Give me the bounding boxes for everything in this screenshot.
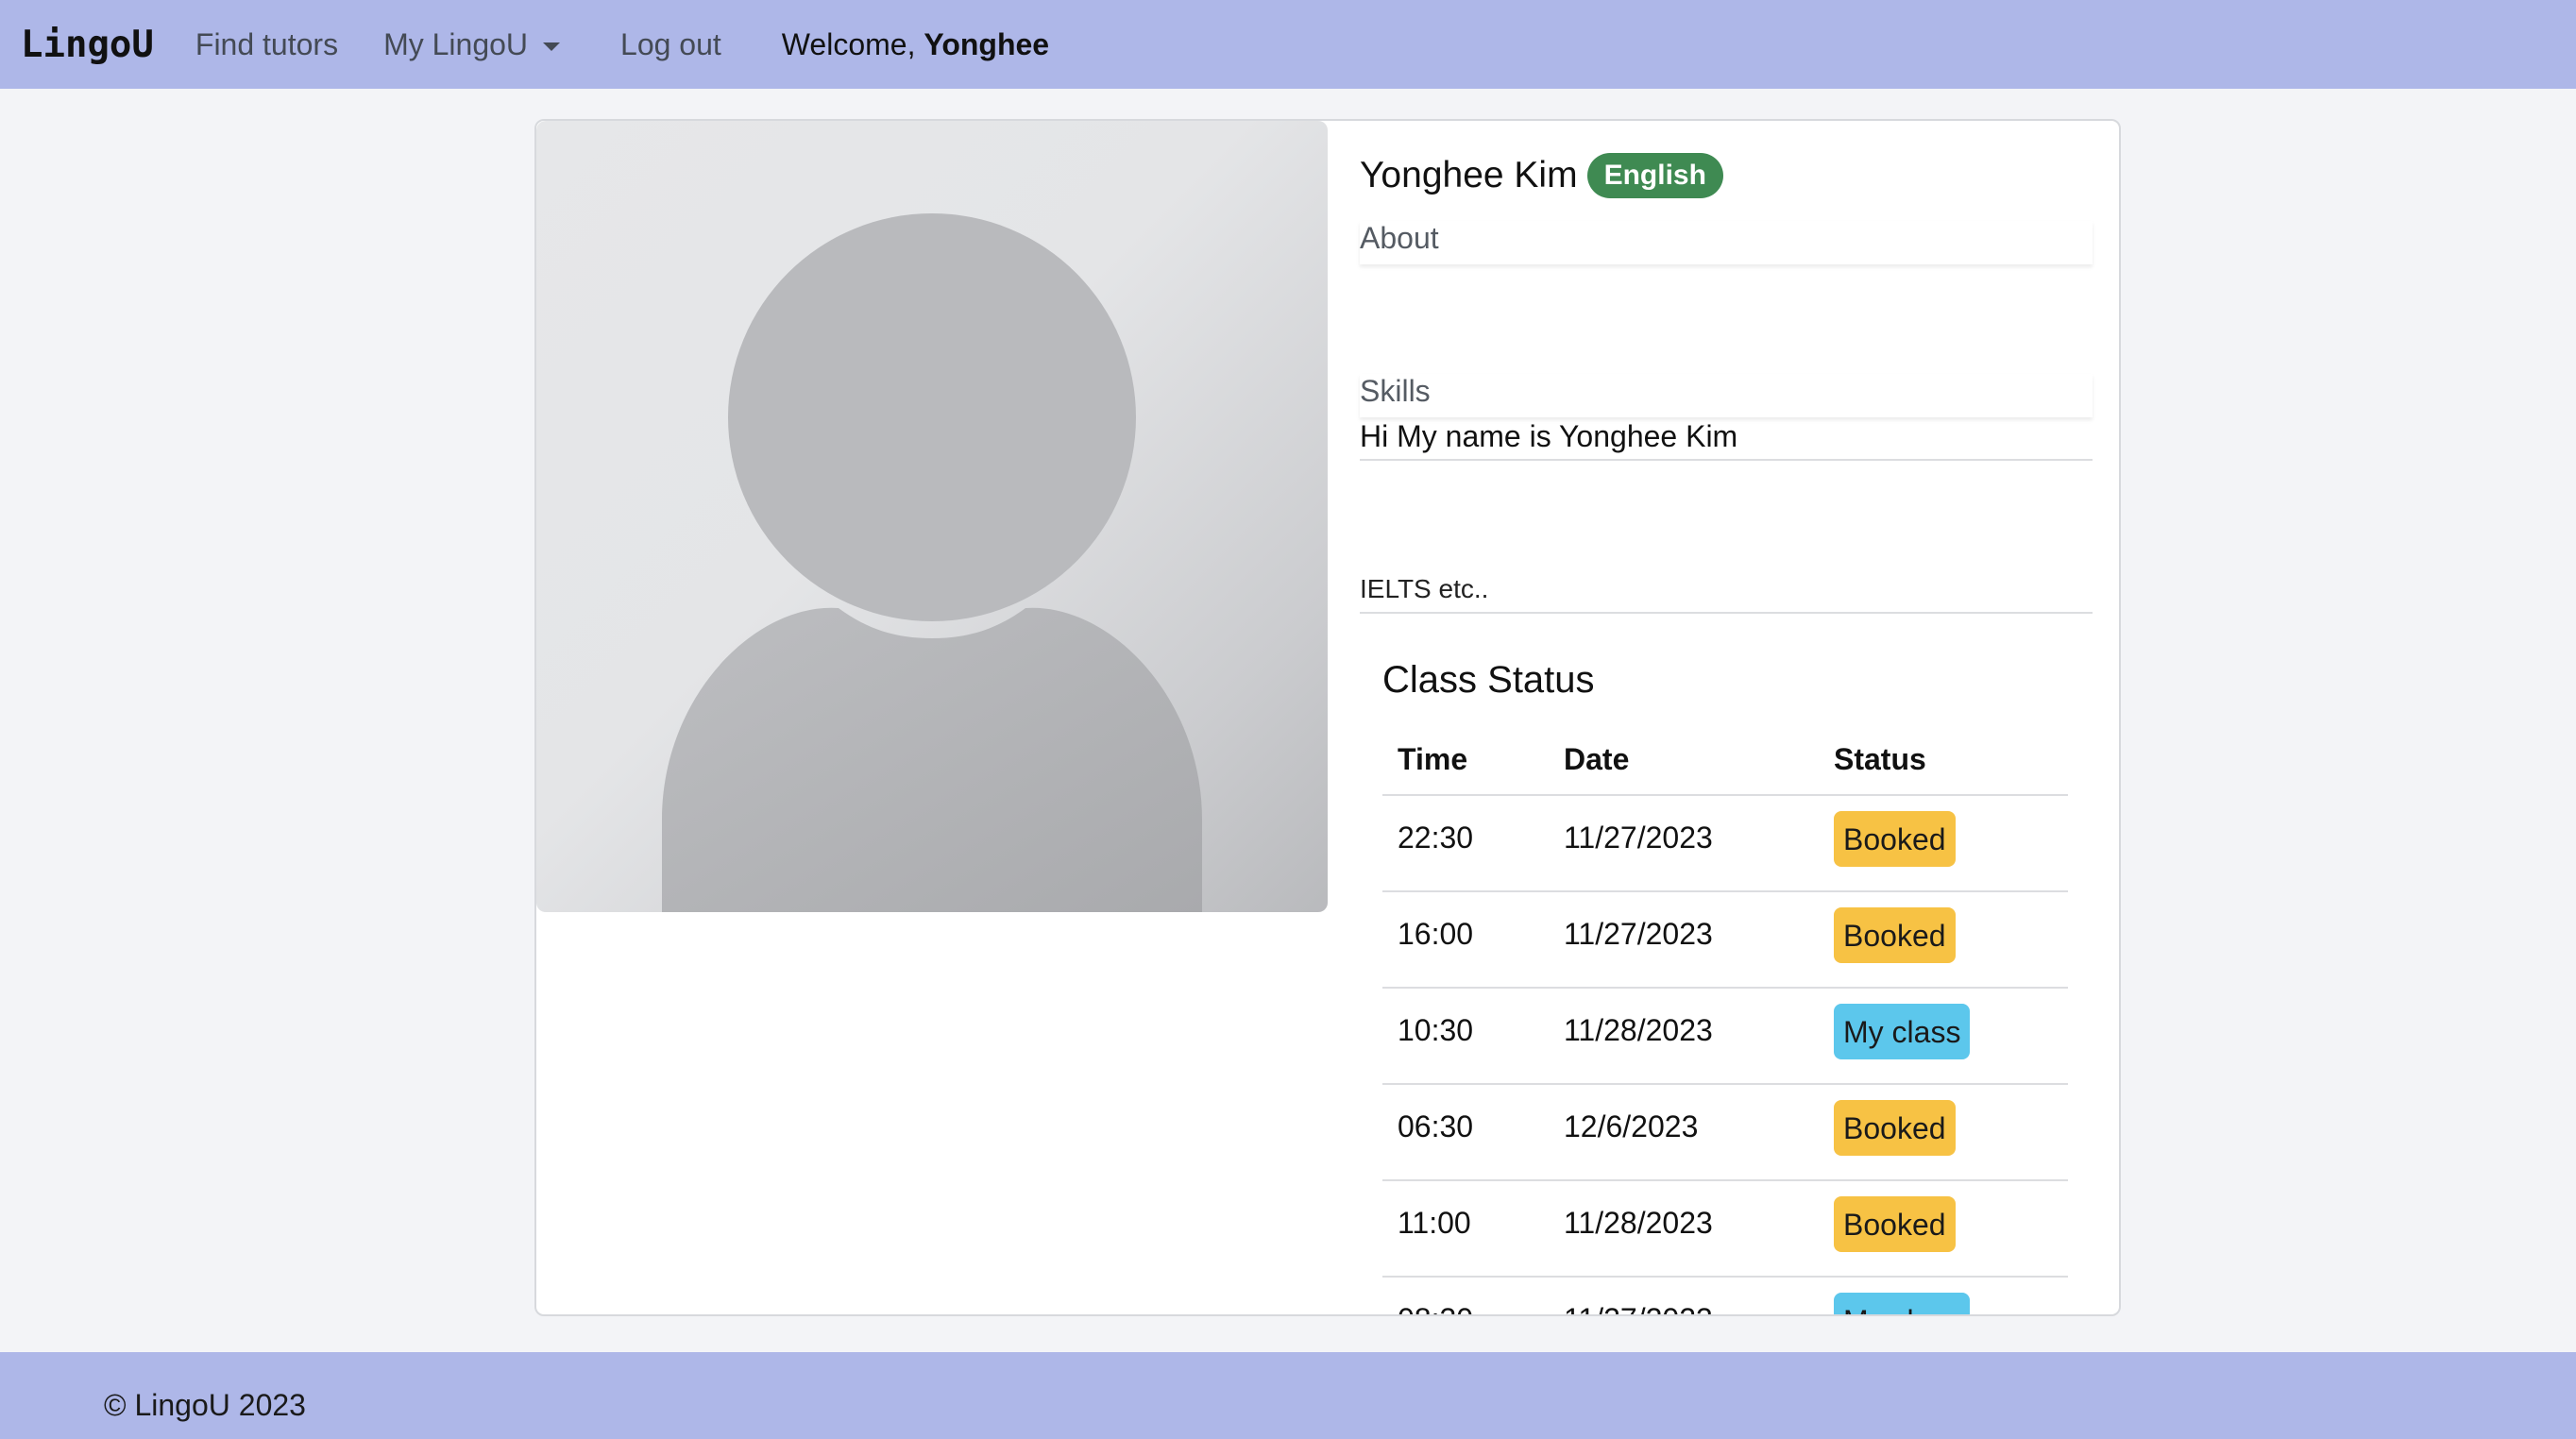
user-silhouette-icon	[662, 213, 1202, 912]
status-badge[interactable]: Booked	[1834, 811, 1956, 867]
nav-log-out[interactable]: Log out	[620, 27, 721, 62]
cell-time: 22:30	[1382, 795, 1549, 892]
tutor-name: Yonghee Kim	[1360, 155, 1578, 195]
skills-text: IELTS etc..	[1360, 574, 2093, 614]
profile-avatar	[536, 121, 1328, 912]
language-badge: English	[1586, 153, 1723, 198]
table-row: 06:30 12/6/2023 Booked	[1382, 1084, 2068, 1181]
table-row: 08:30 11/27/2023 My class	[1382, 1277, 2068, 1314]
cell-status: My class	[1819, 988, 2068, 1085]
cell-status: Booked	[1819, 1180, 2068, 1278]
status-badge[interactable]: My class	[1834, 1293, 1971, 1314]
table-row: 16:00 11/27/2023 Booked	[1382, 891, 2068, 989]
status-badge[interactable]: My class	[1834, 1004, 1971, 1059]
column-header-time: Time	[1382, 725, 1549, 796]
table-row: 22:30 11/27/2023 Booked	[1382, 795, 2068, 892]
column-header-date: Date	[1549, 725, 1819, 796]
skills-heading: Skills	[1360, 374, 2093, 417]
welcome-message: Welcome, Yonghee	[782, 27, 1049, 62]
table-header-row: Time Date Status	[1382, 725, 2068, 796]
cell-status: Booked	[1819, 1084, 2068, 1181]
cell-time: 16:00	[1382, 891, 1549, 989]
status-badge[interactable]: Booked	[1834, 1100, 1956, 1156]
cell-status: Booked	[1819, 795, 2068, 892]
top-navbar: LingoU Find tutors My LingoU Log out Wel…	[0, 0, 2576, 89]
brand-logo[interactable]: LingoU	[21, 24, 154, 66]
cell-date: 11/27/2023	[1549, 891, 1819, 989]
table-row: 11:00 11/28/2023 Booked	[1382, 1180, 2068, 1278]
table-row: 10:30 11/28/2023 My class	[1382, 988, 2068, 1085]
cell-date: 11/28/2023	[1549, 1180, 1819, 1278]
about-heading: About	[1360, 221, 2093, 264]
cell-date: 12/6/2023	[1549, 1084, 1819, 1181]
about-text: Hi My name is Yonghee Kim	[1360, 419, 2093, 461]
status-badge[interactable]: Booked	[1834, 1196, 1956, 1252]
tutor-profile-card: Yonghee Kim English About Hi My name is …	[534, 119, 2121, 1316]
welcome-prefix: Welcome,	[781, 26, 916, 61]
nav-find-tutors[interactable]: Find tutors	[195, 27, 338, 62]
cell-date: 11/28/2023	[1549, 988, 1819, 1085]
cell-time: 08:30	[1382, 1277, 1549, 1314]
welcome-username: Yonghee	[924, 26, 1050, 61]
cell-time: 10:30	[1382, 988, 1549, 1085]
nav-my-lingou-label: My LingoU	[383, 26, 529, 61]
cell-time: 11:00	[1382, 1180, 1549, 1278]
cell-status: My class	[1819, 1277, 2068, 1314]
profile-header: Yonghee Kim English	[1360, 153, 1723, 198]
status-badge[interactable]: Booked	[1834, 907, 1956, 963]
cell-date: 11/27/2023	[1549, 795, 1819, 892]
copyright-text: © LingoU 2023	[104, 1388, 306, 1422]
chevron-down-icon	[543, 42, 561, 51]
page-footer: © LingoU 2023	[0, 1352, 2576, 1439]
column-header-status: Status	[1819, 725, 2068, 796]
class-status-table: Time Date Status 22:30 11/27/2023 Booked…	[1382, 725, 2068, 1314]
class-status-title: Class Status	[1382, 659, 1595, 701]
cell-time: 06:30	[1382, 1084, 1549, 1181]
cell-date: 11/27/2023	[1549, 1277, 1819, 1314]
cell-status: Booked	[1819, 891, 2068, 989]
nav-my-lingou-dropdown[interactable]: My LingoU	[383, 26, 561, 62]
